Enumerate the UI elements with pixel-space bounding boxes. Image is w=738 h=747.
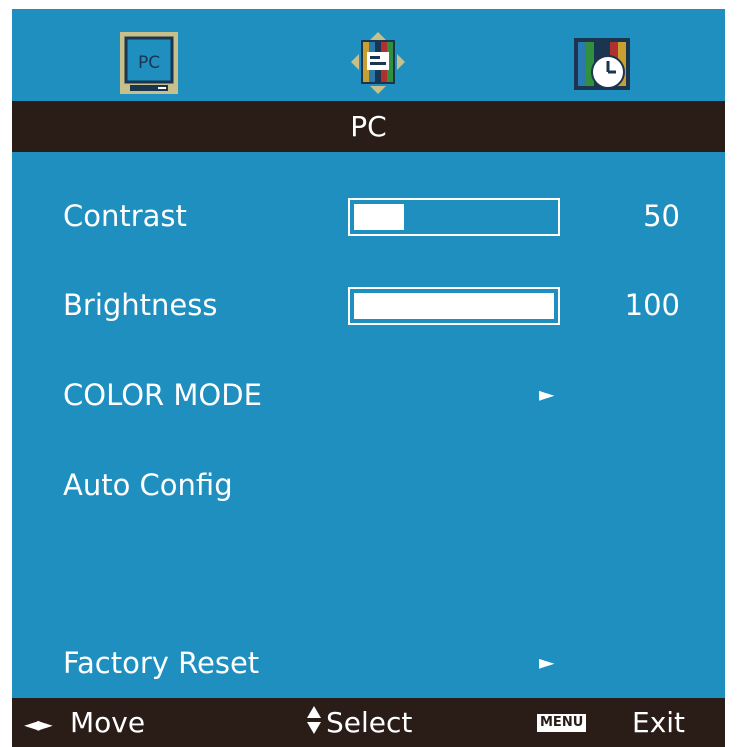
factory-reset-label: Factory Reset [63,646,260,680]
monitor-pc-icon: PC [120,32,178,94]
left-right-arrow-icon: ◄► [24,712,53,736]
auto-config-label: Auto Config [63,468,233,502]
tab-bar: PC [12,9,725,101]
menu-item-color-mode[interactable]: COLOR MODE ► [12,366,725,426]
brightness-value: 100 [624,288,680,322]
footer-bar: ◄► Move Select MENU Exit [12,698,725,747]
tab-image[interactable] [349,32,407,94]
contrast-slider-fill [354,204,404,230]
submenu-arrow-icon: ► [539,650,555,674]
brightness-slider-fill [354,293,554,319]
exit-hint: Exit [632,706,686,739]
page-title: PC [12,101,725,152]
contrast-slider[interactable] [348,198,560,236]
up-down-arrow-icon [305,698,323,747]
image-adjust-icon [351,32,405,94]
menu-item-brightness[interactable]: Brightness 100 [12,276,725,336]
osd-menu: PC PC Contrast 50 Brightness 100 COLOR M… [12,9,725,747]
select-hint: Select [326,706,413,739]
color-mode-label: COLOR MODE [63,378,262,412]
contrast-value: 50 [643,199,680,233]
brightness-slider[interactable] [348,287,560,325]
brightness-label: Brightness [63,288,218,322]
menu-item-contrast[interactable]: Contrast 50 [12,187,725,247]
tab-pc[interactable]: PC [120,32,178,94]
move-hint: Move [70,706,146,739]
menu-item-auto-config[interactable]: Auto Config [12,456,725,516]
menu-item-factory-reset[interactable]: Factory Reset ► [12,634,725,694]
contrast-label: Contrast [63,199,187,233]
clock-setup-icon [574,38,630,90]
tab-pc-label: PC [138,53,160,73]
submenu-arrow-icon: ► [539,382,555,406]
tab-setup[interactable] [574,32,632,94]
menu-key-icon: MENU [537,714,587,732]
